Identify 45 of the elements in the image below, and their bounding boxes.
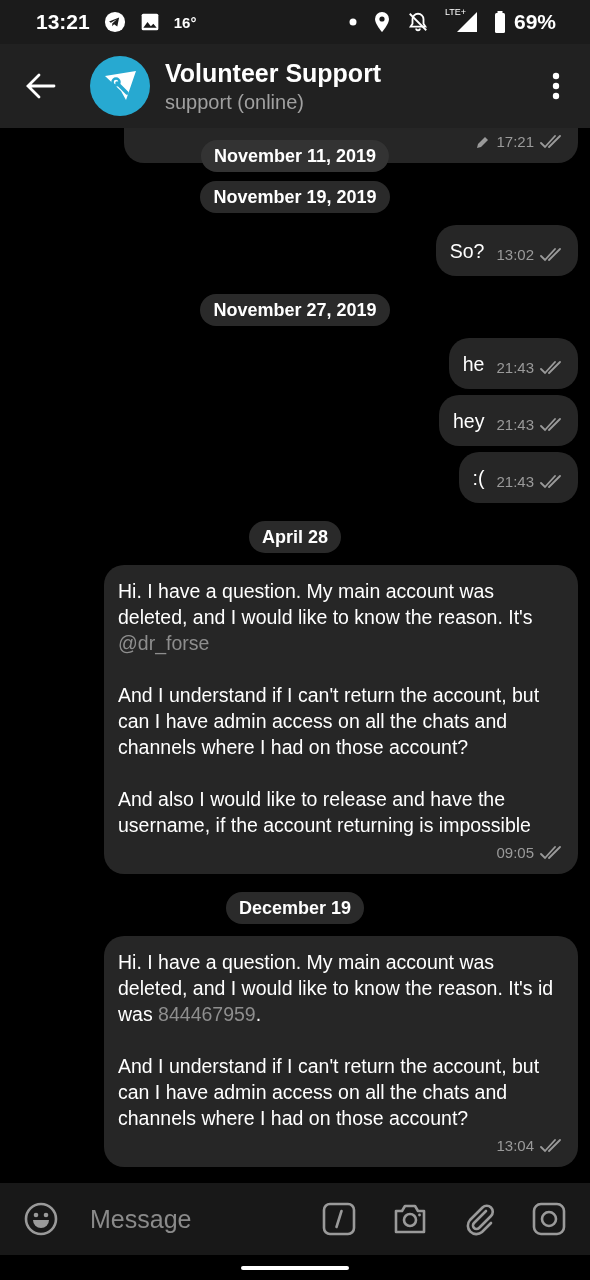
message-text: Hi. I have a question. My main account was deleted, and I would like to know the reason. It's id was 844467959. xyxy=(118,951,555,1025)
message-time: 13:04 xyxy=(496,1136,534,1156)
chat-title: Volunteer Support xyxy=(165,58,383,89)
status-time: 13:21 xyxy=(36,10,90,34)
mention-link[interactable]: @dr_forse xyxy=(118,632,210,654)
image-icon xyxy=(139,12,160,32)
message-text: And I understand if I can't return the account, but can I have admin access on all the chats and channels where I had on those account? xyxy=(118,684,541,758)
bell-off-icon xyxy=(406,11,429,33)
message-text: he xyxy=(462,353,485,375)
chat-status: support (online) xyxy=(165,90,305,115)
message-time: 21:43 xyxy=(496,358,534,378)
back-icon[interactable] xyxy=(26,73,56,99)
command-icon[interactable] xyxy=(322,1202,356,1236)
date-label: November 27, 2019 xyxy=(200,294,390,326)
battery-icon xyxy=(493,11,506,33)
message-text: hey xyxy=(453,410,485,432)
date-label: November 11, 2019 xyxy=(200,140,390,172)
message-time: 17:21 xyxy=(496,132,534,152)
message-time: 09:05 xyxy=(496,843,534,863)
emoji-icon[interactable] xyxy=(24,1202,58,1236)
date-label: December 19 xyxy=(225,892,365,924)
more-icon[interactable] xyxy=(552,72,560,100)
message-time: 21:43 xyxy=(496,472,534,492)
message-text: So? xyxy=(449,240,485,262)
location-icon xyxy=(372,11,391,33)
network-type: LTE+ xyxy=(444,7,466,17)
message-text: And also I would like to release and have the username, if the account returning is impossible xyxy=(118,788,531,836)
temperature: 16° xyxy=(173,13,197,31)
message-text: And I understand if I can't return the account, but can I have admin access on all the chats and channels where I had on those account? xyxy=(118,1055,541,1129)
date-label: April 28 xyxy=(249,521,341,553)
home-indicator[interactable] xyxy=(241,1265,349,1270)
message-field[interactable]: Message xyxy=(90,1204,232,1234)
avatar-icon[interactable] xyxy=(90,56,150,116)
date-label: November 19, 2019 xyxy=(200,181,390,213)
battery-level: 69% xyxy=(513,10,556,34)
video-message-icon[interactable] xyxy=(532,1202,566,1236)
message-text: :( xyxy=(472,467,485,489)
message-time: 13:02 xyxy=(496,245,534,265)
number-link[interactable]: 844467959 xyxy=(158,1003,256,1025)
attach-icon[interactable] xyxy=(464,1202,496,1236)
message-time: 21:43 xyxy=(496,415,534,435)
telegram-icon xyxy=(103,11,126,33)
message-text: Hi. I have a question. My main account was deleted, and I would like to know the reason. It's @dr_forse xyxy=(118,580,534,654)
dot-icon xyxy=(348,18,357,26)
camera-icon[interactable] xyxy=(392,1202,428,1236)
